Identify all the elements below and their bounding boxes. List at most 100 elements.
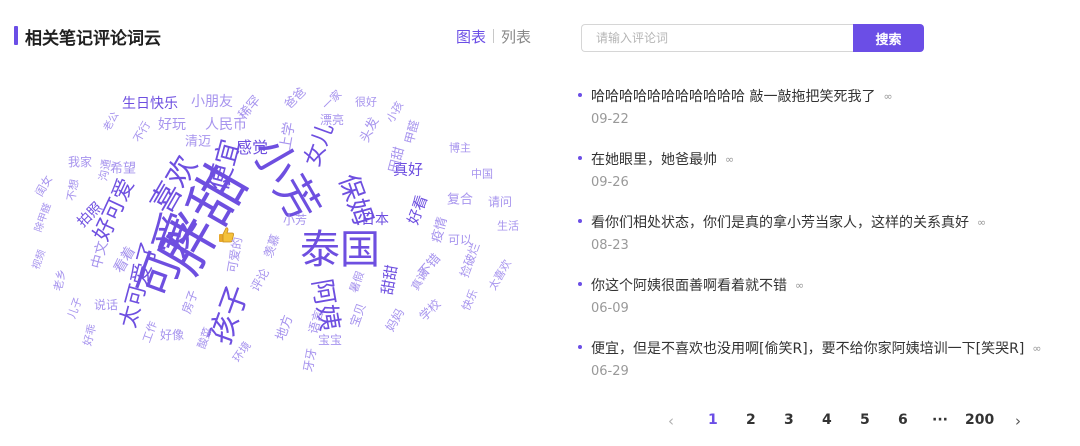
word-cloud-word[interactable]: 老公 [102, 110, 122, 133]
word-cloud-word[interactable]: 孩子 [203, 281, 256, 349]
page-6-button[interactable]: 6 [898, 412, 908, 428]
word-cloud-word[interactable]: 宝贝 [347, 301, 368, 328]
comment-date: 08-23 [591, 238, 629, 253]
word-cloud-word[interactable]: 人民币 [205, 118, 247, 132]
word-cloud-word[interactable]: 评论 [248, 266, 272, 294]
link-icon[interactable]: ∞ [795, 279, 804, 292]
word-cloud-word[interactable]: 博主 [449, 143, 471, 154]
word-cloud-word[interactable]: 闺女 [33, 173, 55, 199]
word-cloud-word[interactable]: 羡慕 [261, 232, 282, 259]
view-list-tab[interactable]: 列表 [501, 28, 531, 46]
comment-text[interactable]: 在她眼里，她爸最帅 [591, 152, 717, 168]
word-cloud-word[interactable]: 日本 [361, 213, 389, 227]
page-1-button[interactable]: 1 [708, 412, 718, 428]
link-icon[interactable]: ∞ [883, 90, 892, 103]
word-cloud-word[interactable]: 酸菜 [195, 325, 215, 350]
word-cloud-word[interactable]: 快乐 [459, 287, 480, 312]
page-5-button[interactable]: 5 [860, 412, 870, 428]
link-icon[interactable]: ∞ [725, 153, 734, 166]
link-icon[interactable]: ∞ [977, 216, 986, 229]
page-4-button[interactable]: 4 [822, 412, 832, 428]
comment-text[interactable]: 哈哈哈哈哈哈哈哈哈哈哈 敲一敲拖把笑死我了 [591, 89, 875, 105]
next-page-button[interactable]: › [1015, 412, 1021, 430]
bullet-dot [578, 345, 582, 349]
word-cloud-word[interactable]: 中文 [89, 239, 112, 270]
search-button[interactable]: 搜索 [853, 24, 924, 52]
comment-text-row: 便宜，但是不喜欢也没用啊[偷笑R]，要不给你家阿姨培训一下[笑哭R] ∞ [591, 338, 1041, 358]
bullet-dot [578, 93, 582, 97]
comment-text-row: 在她眼里，她爸最帅 ∞ [591, 149, 734, 169]
comment-text[interactable]: 看你们相处状态，你们是真的拿小芳当家人，这样的关系真好 [591, 215, 969, 231]
comment-item: 哈哈哈哈哈哈哈哈哈哈哈 敲一敲拖把笑死我了 ∞ 09-22 [578, 86, 1073, 149]
word-cloud-word[interactable]: 中国 [471, 169, 493, 180]
word-cloud-word[interactable]: 好像 [160, 329, 184, 341]
word-cloud-word[interactable]: 小孩 [384, 99, 406, 125]
word-cloud-word[interactable]: 可以 [448, 234, 472, 246]
word-cloud-word[interactable]: 真诚 [409, 267, 431, 293]
comment-date: 06-09 [591, 301, 629, 316]
page-ellipsis[interactable]: ··· [932, 412, 948, 428]
word-cloud-word[interactable]: 不想 [65, 178, 82, 202]
word-cloud-word[interactable]: 我家 [68, 156, 92, 168]
word-cloud-word[interactable]: 学校 [417, 297, 444, 324]
page-2-button[interactable]: 2 [746, 412, 756, 428]
word-cloud-word[interactable]: 除甲醛 [33, 202, 54, 234]
word-cloud-word[interactable]: 妈妈 [383, 306, 407, 334]
word-cloud-word[interactable]: 一家 [320, 88, 345, 113]
comment-date: 09-22 [591, 112, 629, 127]
word-cloud-word[interactable]: 疫情 [429, 215, 450, 244]
word-cloud-word[interactable]: 头发 [358, 115, 383, 145]
word-cloud-word[interactable]: 希望 [110, 163, 136, 176]
word-cloud-word[interactable]: 不行 [131, 119, 153, 145]
comment-list: 哈哈哈哈哈哈哈哈哈哈哈 敲一敲拖把笑死我了 ∞ 09-22 在她眼里，她爸最帅 ∞ … [578, 86, 1073, 401]
word-cloud: 胖甜 小芳 泰国 可爱 孩子 喜欢 便宜 保姆 阿姨 好可爱 太可爱了 女儿 感觉 真好 好看 日本 甜甜 拍照生… [20, 70, 560, 400]
view-toggle: 图表 列表 [456, 26, 531, 47]
comment-text-row: 你这个阿姨很面善啊看着就不错 ∞ [591, 275, 804, 295]
comment-search-input[interactable] [581, 24, 853, 52]
word-cloud-word[interactable]: 清迈 [185, 136, 211, 149]
comment-text-row: 看你们相处状态，你们是真的拿小芳当家人，这样的关系真好 ∞ [591, 212, 986, 232]
word-cloud-word[interactable]: 工作 [140, 319, 160, 344]
word-cloud-word[interactable]: 爸爸 [282, 85, 309, 112]
word-cloud-word[interactable]: 说话 [94, 299, 118, 311]
word-cloud-word[interactable]: 好乖 [81, 323, 99, 348]
view-toggle-divider [493, 29, 495, 43]
comment-text[interactable]: 你这个阿姨很面善啊看着就不错 [591, 278, 787, 294]
word-cloud-word[interactable]: 视频 [31, 249, 48, 272]
link-icon[interactable]: ∞ [1032, 342, 1041, 355]
word-cloud-word[interactable]: 甲醛 [402, 119, 422, 146]
comment-text[interactable]: 便宜，但是不喜欢也没用啊[偷笑R]，要不给你家阿姨培训一下[笑哭R] [591, 341, 1024, 357]
page-3-button[interactable]: 3 [784, 412, 794, 428]
word-cloud-word[interactable]: 小芳 [283, 214, 307, 226]
word-cloud-word[interactable]: 请问 [488, 196, 512, 208]
word-cloud-word[interactable]: 小朋友 [191, 95, 233, 109]
word-cloud-word[interactable]: 很好 [355, 97, 377, 108]
word-cloud-word[interactable]: 暑假 [347, 269, 367, 294]
word-cloud-word[interactable]: 甜甜 [378, 264, 401, 297]
word-cloud-word[interactable]: 泰国 [300, 230, 380, 270]
view-chart-tab[interactable]: 图表 [456, 28, 486, 46]
word-cloud-word[interactable]: 房子 [179, 288, 200, 315]
comment-date: 09-26 [591, 175, 629, 190]
comment-date: 06-29 [591, 364, 629, 379]
word-cloud-word[interactable]: 宝宝 [318, 334, 342, 346]
word-cloud-word[interactable]: 感觉 [236, 140, 268, 156]
word-cloud-word[interactable]: 漂亮 [320, 114, 344, 126]
comment-item: 看你们相处状态，你们是真的拿小芳当家人，这样的关系真好 ∞ 08-23 [578, 212, 1073, 275]
word-cloud-word[interactable]: 太喜欢 [486, 257, 514, 292]
word-cloud-word[interactable]: 复合 [447, 194, 473, 207]
word-cloud-word[interactable]: 牙牙 [301, 347, 319, 373]
comment-text-row: 哈哈哈哈哈哈哈哈哈哈哈 敲一敲拖把笑死我了 ∞ [591, 86, 893, 106]
page-200-button[interactable]: 200 [965, 412, 994, 428]
word-cloud-word[interactable]: 沟通 [97, 158, 114, 182]
word-cloud-word[interactable]: 儿子 [65, 295, 85, 320]
word-cloud-word[interactable]: 生日快乐 [122, 97, 178, 111]
word-cloud-word[interactable]: 好看 [404, 193, 431, 227]
comment-item: 在她眼里，她爸最帅 ∞ 09-26 [578, 149, 1073, 212]
prev-page-button[interactable]: ‹ [668, 412, 674, 430]
word-cloud-word[interactable]: 女儿 [300, 120, 339, 170]
word-cloud-word[interactable]: 地方 [274, 313, 297, 343]
word-cloud-word[interactable]: 老乡 [52, 268, 69, 292]
word-cloud-word[interactable]: 生活 [497, 221, 519, 232]
word-cloud-word[interactable]: 好玩 [158, 118, 186, 132]
